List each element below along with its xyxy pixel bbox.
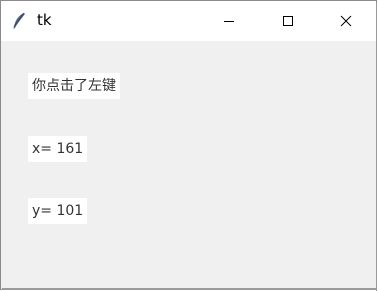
window-client-area[interactable]: 你点击了左键 x= 161 y= 101 — [1, 41, 376, 289]
tk-window: tk 你点击了左键 x= 161 y= 101 — [0, 0, 377, 291]
title-bar[interactable]: tk — [1, 1, 376, 41]
x-coordinate-label: x= 161 — [28, 136, 88, 162]
y-coordinate-label: y= 101 — [28, 198, 88, 224]
close-icon — [340, 12, 352, 31]
feather-icon — [11, 12, 27, 30]
minimize-button[interactable] — [206, 1, 252, 41]
click-message-label: 你点击了左键 — [28, 73, 120, 99]
window-title: tk — [37, 11, 52, 29]
minimize-icon — [223, 12, 235, 31]
close-button[interactable] — [323, 1, 369, 41]
maximize-icon — [282, 12, 294, 31]
maximize-button[interactable] — [265, 1, 311, 41]
